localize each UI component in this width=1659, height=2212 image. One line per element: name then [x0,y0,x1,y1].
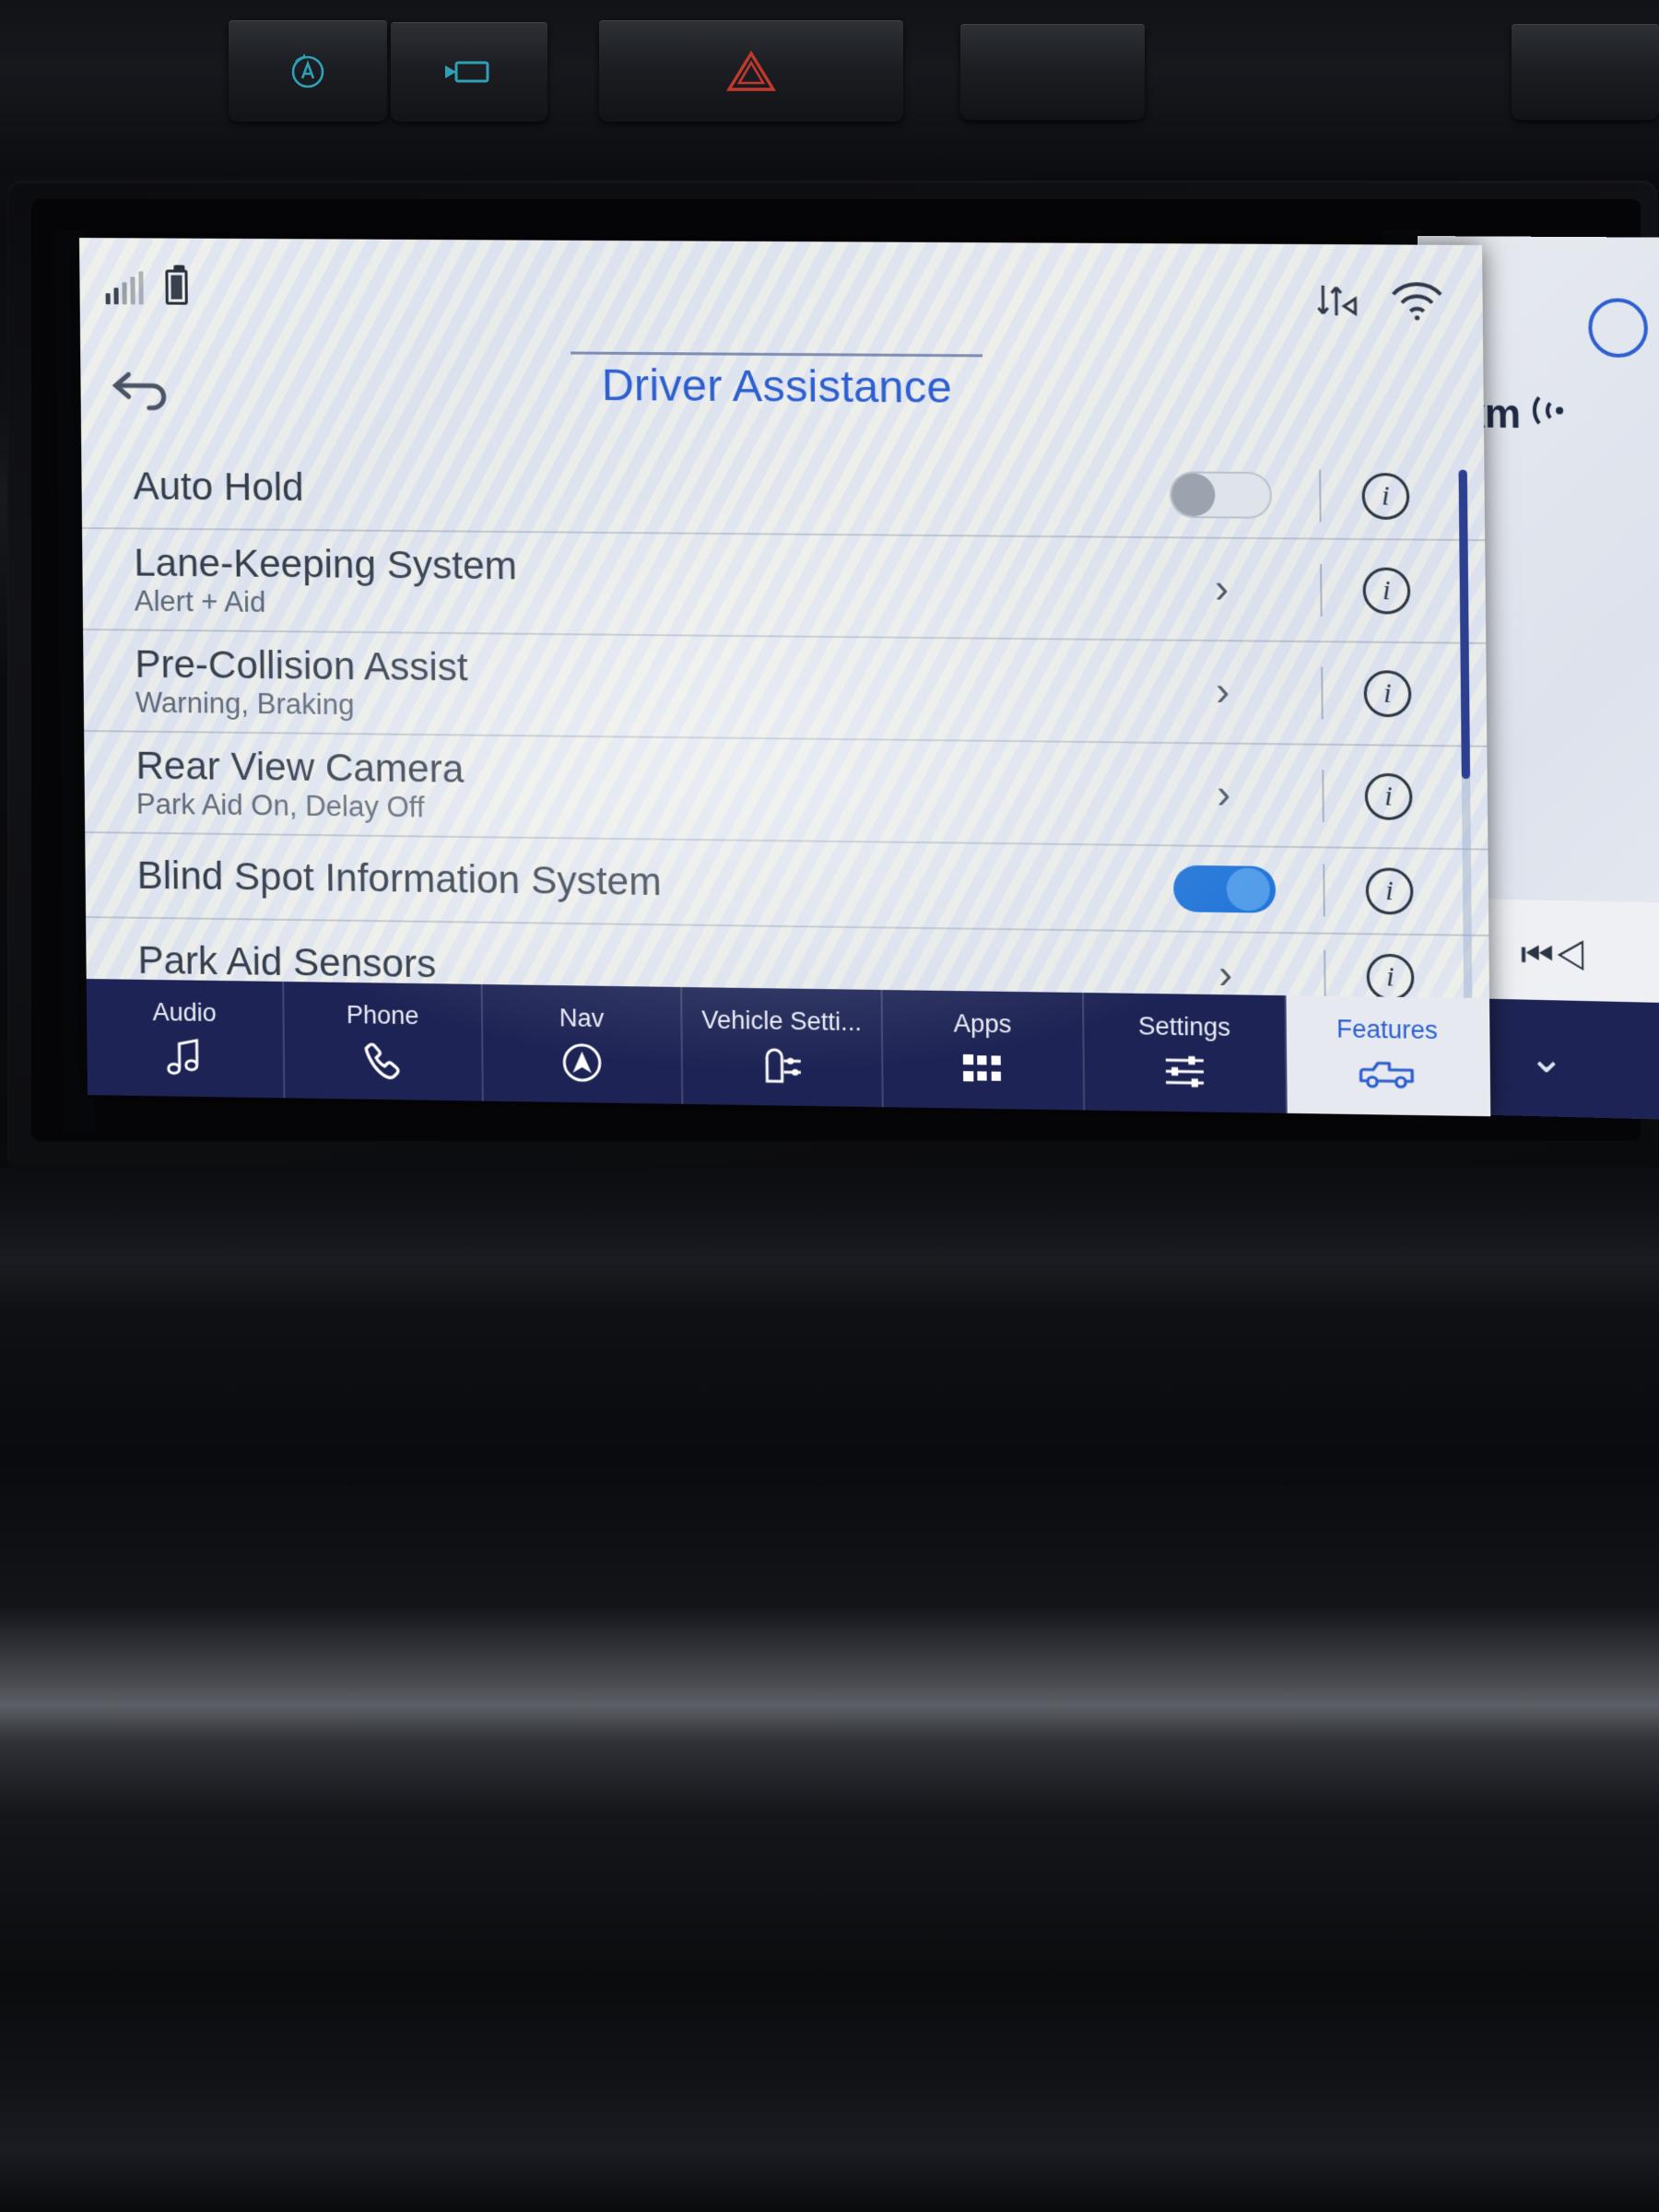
tailgate-release-button[interactable] [391,22,547,122]
tailgate-icon [441,56,497,88]
title-underline [571,351,983,358]
list-item-labels: Lane-Keeping System Alert + Aid [134,540,1127,626]
list-item-info: i [1324,472,1446,521]
chevron-right-icon[interactable]: › [1217,771,1231,818]
title-wrapper: Driver Assistance [80,348,1484,418]
list-item[interactable]: Auto Hold i [81,443,1486,542]
data-transfer-icon [1312,278,1358,328]
control-divider [1321,666,1324,720]
control-divider [1319,469,1322,523]
status-bar-left [105,269,188,305]
dashboard-photo: sxm ‹ ⏮◁ ⌄ [0,0,1659,2212]
nav-item-label: Apps [953,1008,1012,1038]
nav-item-label: Nav [559,1003,605,1032]
auto-start-stop-button[interactable] [229,20,387,122]
circled-A-arrow-icon [284,47,332,95]
navigation-arrow-icon [560,1040,604,1085]
phone-handset-icon [362,1037,404,1082]
list-item-label: Auto Hold [133,464,304,509]
toggle-knob [1226,867,1271,912]
nav-item-nav[interactable]: Nav [482,983,684,1104]
pane-top-circle-icon [1588,298,1649,359]
list-item-sublabel: Warning, Braking [135,686,355,721]
nav-item-label: Settings [1137,1011,1231,1041]
list-item[interactable]: Pre-Collision Assist Warning, Braking › … [83,629,1488,747]
list-item-label: Lane-Keeping System [134,540,518,588]
list-item-sublabel: Park Aid On, Delay Off [135,787,425,824]
list-item-labels: Rear View Camera Park Aid On, Delay Off [135,743,1129,831]
control-divider [1324,949,1326,1003]
screen-header: Driver Assistance [80,341,1484,455]
apps-grid-icon [961,1045,1005,1090]
chevron-right-icon[interactable]: › [1216,668,1230,714]
list-item-control: › [1131,951,1321,997]
auto-hold-toggle[interactable] [1169,471,1273,519]
list-item-control [1126,471,1316,519]
pickup-truck-icon [1358,1052,1417,1098]
list-item-info: i [1328,867,1450,915]
music-note-icon [166,1034,204,1079]
info-icon[interactable]: i [1362,567,1411,615]
list-item-sublabel: Alert + Aid [134,584,266,618]
control-divider [1320,563,1323,617]
hazard-lights-button[interactable] [599,20,903,122]
info-icon[interactable]: i [1365,867,1414,915]
toggle-knob [1171,473,1216,517]
list-item[interactable]: Rear View Camera Park Aid On, Delay Off … [84,732,1488,851]
control-divider [1323,864,1325,917]
info-icon[interactable]: i [1364,772,1413,821]
nav-item-apps[interactable]: Apps [882,990,1086,1111]
status-bar [79,238,1483,350]
blank-button-far-right[interactable] [1512,24,1659,120]
chevron-right-icon[interactable]: › [1215,566,1230,612]
list-item-labels: Blind Spot Information System [136,853,1130,909]
info-icon[interactable]: i [1361,472,1410,521]
info-icon[interactable]: i [1366,953,1415,1002]
status-bar-right [1312,278,1445,329]
nav-item-settings[interactable]: Settings [1084,993,1288,1113]
nav-item-audio[interactable]: Audio [86,979,286,1099]
list-item[interactable]: Lane-Keeping System Alert + Aid › i [82,528,1487,644]
nav-item-label: Phone [346,1000,419,1030]
list-item-label: Blind Spot Information System [136,853,662,904]
list-item-control: › [1127,566,1317,612]
list-item-control: › [1128,668,1318,714]
nav-item-phone[interactable]: Phone [284,982,484,1101]
infotainment-screen: Driver Assistance Auto Hold i Lane-Keepi… [79,238,1491,1117]
cellular-signal-icon [105,271,144,305]
blind-spot-toggle[interactable] [1172,865,1277,913]
page-title: Driver Assistance [601,360,953,413]
list-item-control [1130,865,1320,913]
blank-button-right[interactable] [960,24,1145,120]
hazard-triangle-icon [725,48,777,94]
list-item-info: i [1329,953,1451,1002]
nav-item-vehicle-settings[interactable]: Vehicle Setti... [682,986,884,1108]
wifi-icon [1389,280,1444,326]
nav-item-features[interactable]: Features [1286,995,1491,1117]
dashboard-lower-trim [0,1167,1659,2212]
list-item-labels: Pre-Collision Assist Warning, Braking [135,641,1128,728]
control-divider [1322,770,1324,822]
vehicle-settings-icon [759,1042,805,1088]
list-item-info: i [1326,670,1448,718]
dashboard-upper-trim [0,0,1659,175]
sliders-icon [1162,1048,1208,1093]
nav-item-label: Features [1335,1014,1439,1044]
info-icon[interactable]: i [1363,670,1412,718]
list-item-info: i [1325,567,1447,615]
down-caret-icon[interactable]: ⌄ [1528,1033,1564,1082]
settings-list: Auto Hold i Lane-Keeping System Alert + … [81,443,1490,1090]
battery-icon [165,269,188,305]
chevron-right-icon[interactable]: › [1218,951,1233,997]
list-item-control: › [1129,771,1319,818]
nav-item-label: Audio [152,997,217,1027]
list-item-info: i [1327,772,1449,821]
bottom-nav-bar: Audio Phone Nav Vehicle Setti... Apps Se… [86,979,1491,1117]
list-item-labels: Auto Hold [133,464,1126,514]
nav-item-label: Vehicle Setti... [701,1005,863,1036]
siriusxm-wave-icon [1526,382,1592,443]
